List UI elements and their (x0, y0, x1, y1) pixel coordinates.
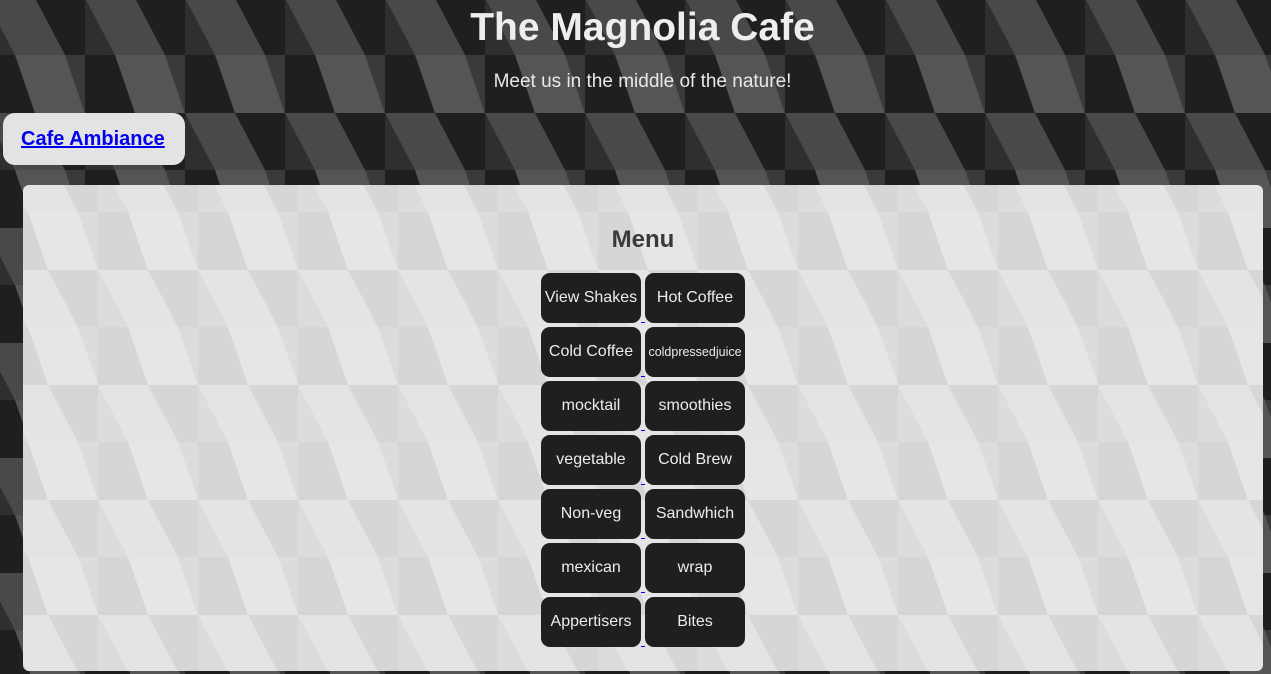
menu-button-vegetable[interactable]: vegetable (541, 435, 641, 485)
menu-button-non-veg[interactable]: Non-veg (541, 489, 641, 539)
cafe-ambiance-link[interactable]: Cafe Ambiance (21, 128, 165, 151)
menu-heading: Menu (611, 226, 675, 253)
menu-button-cold-coffee[interactable]: Cold Coffee (541, 327, 641, 377)
menu-button-smoothies[interactable]: smoothies (645, 381, 745, 431)
menu-button-appertisers[interactable]: Appertisers (541, 597, 641, 647)
link-separator (641, 376, 645, 377)
menu-button-mexican[interactable]: mexican (541, 543, 641, 593)
link-separator (641, 484, 645, 485)
menu-button-view-shakes[interactable]: View Shakes (541, 273, 641, 323)
menu-panel: Menu View Shakes Hot Coffee Cold Coffee … (23, 185, 1263, 671)
page-title: The Magnolia Cafe (470, 6, 815, 49)
menu-button-hot-coffee[interactable]: Hot Coffee (645, 273, 745, 323)
link-separator (641, 646, 645, 647)
link-separator (641, 430, 645, 431)
cafe-ambiance-box: Cafe Ambiance (3, 113, 185, 165)
menu-button-coldpressedjuice[interactable]: coldpressedjuice (645, 327, 745, 377)
link-separator (641, 538, 645, 539)
menu-button-wrap[interactable]: wrap (645, 543, 745, 593)
menu-button-cold-brew[interactable]: Cold Brew (645, 435, 745, 485)
menu-button-mocktail[interactable]: mocktail (541, 381, 641, 431)
link-separator (641, 592, 645, 593)
menu-button-bites[interactable]: Bites (645, 597, 745, 647)
link-separator (641, 322, 645, 323)
menu-button-sandwhich[interactable]: Sandwhich (645, 489, 745, 539)
panel-pattern (23, 185, 1263, 671)
tagline: Meet us in the middle of the nature! (493, 71, 792, 92)
